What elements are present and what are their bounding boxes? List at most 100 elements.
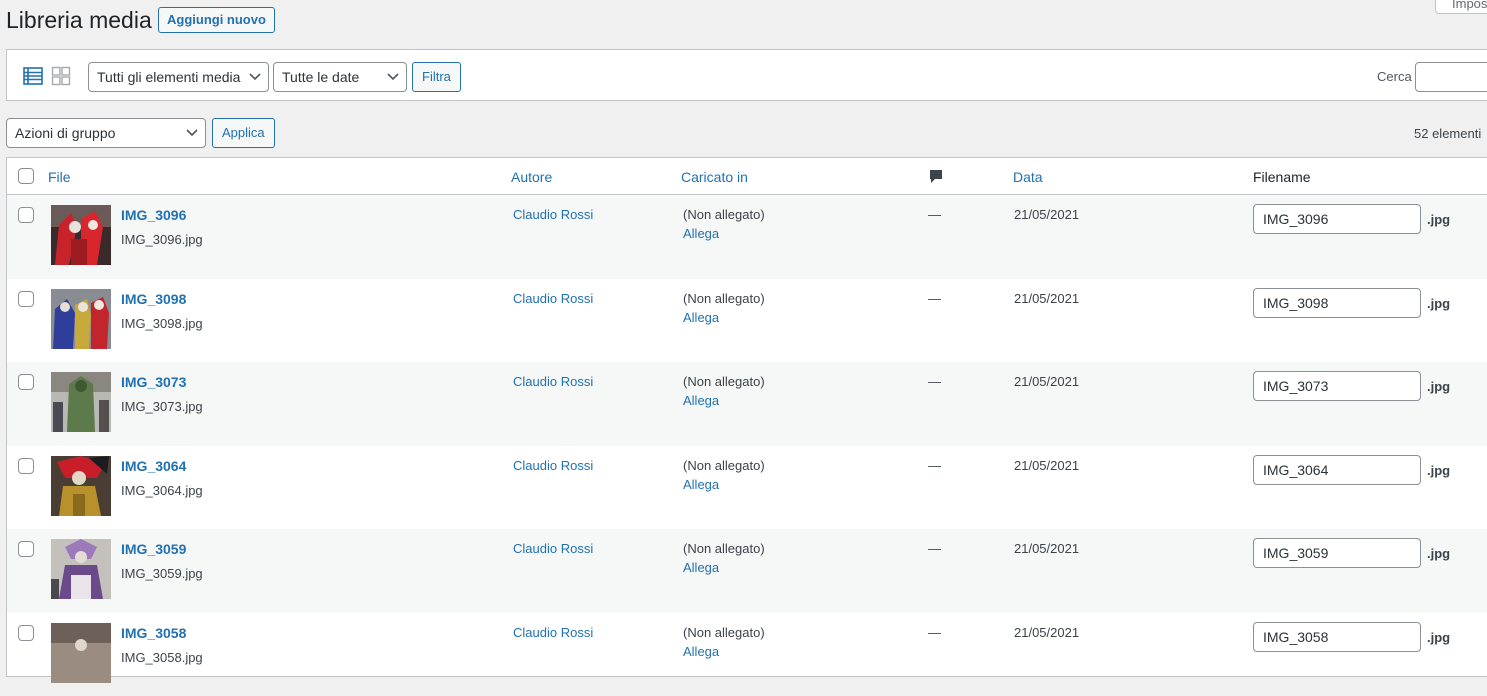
table-row: IMG_3098 IMG_3098.jpg Claudio Rossi (Non… — [7, 279, 1487, 363]
row-checkbox[interactable] — [18, 291, 34, 307]
attached-status: (Non allegato) — [683, 374, 765, 389]
author-link[interactable]: Claudio Rossi — [513, 291, 593, 306]
date-select-value: Tutte le date — [282, 69, 359, 85]
table-row: IMG_3096 IMG_3096.jpg Claudio Rossi (Non… — [7, 195, 1487, 279]
media-title-link[interactable]: IMG_3073 — [121, 374, 186, 390]
media-file-name: IMG_3059.jpg — [121, 566, 203, 581]
author-link[interactable]: Claudio Rossi — [513, 541, 593, 556]
upload-date: 21/05/2021 — [1014, 458, 1079, 473]
comment-bubble-icon[interactable] — [929, 169, 943, 185]
chevron-down-icon — [186, 129, 198, 137]
list-view-icon[interactable] — [23, 66, 43, 86]
filename-input[interactable] — [1253, 622, 1421, 652]
image-thumbnail[interactable] — [51, 456, 111, 516]
image-thumbnail[interactable] — [51, 372, 111, 432]
media-title-link[interactable]: IMG_3098 — [121, 291, 186, 307]
attach-link[interactable]: Allega — [683, 477, 719, 492]
item-count: 52 elementi — [1414, 126, 1481, 141]
media-title-link[interactable]: IMG_3064 — [121, 458, 186, 474]
author-link[interactable]: Claudio Rossi — [513, 625, 593, 640]
row-checkbox[interactable] — [18, 541, 34, 557]
screen-options-tab[interactable]: Impos — [1435, 0, 1487, 14]
attached-status: (Non allegato) — [683, 291, 765, 306]
upload-date: 21/05/2021 — [1014, 374, 1079, 389]
author-link[interactable]: Claudio Rossi — [513, 458, 593, 473]
media-filter-toolbar: Tutti gli elementi media Tutte le date F… — [6, 49, 1487, 101]
media-title-link[interactable]: IMG_3058 — [121, 625, 186, 641]
comment-count: — — [928, 458, 941, 473]
media-file-name: IMG_3064.jpg — [121, 483, 203, 498]
attached-status: (Non allegato) — [683, 207, 765, 222]
upload-date: 21/05/2021 — [1014, 291, 1079, 306]
comment-count: — — [928, 291, 941, 306]
row-checkbox[interactable] — [18, 207, 34, 223]
chevron-down-icon — [387, 73, 399, 81]
file-extension: .jpg — [1427, 212, 1450, 227]
attach-link[interactable]: Allega — [683, 644, 719, 659]
row-checkbox[interactable] — [18, 625, 34, 641]
media-title-link[interactable]: IMG_3059 — [121, 541, 186, 557]
filename-input[interactable] — [1253, 288, 1421, 318]
chevron-down-icon — [249, 73, 261, 81]
comment-count: — — [928, 374, 941, 389]
image-thumbnail[interactable] — [51, 289, 111, 349]
date-select[interactable]: Tutte le date — [273, 62, 407, 92]
attached-status: (Non allegato) — [683, 625, 765, 640]
media-file-name: IMG_3073.jpg — [121, 399, 203, 414]
filename-input[interactable] — [1253, 204, 1421, 234]
file-extension: .jpg — [1427, 630, 1450, 645]
attached-status: (Non allegato) — [683, 458, 765, 473]
column-date[interactable]: Data — [1013, 169, 1043, 185]
filename-input[interactable] — [1253, 538, 1421, 568]
upload-date: 21/05/2021 — [1014, 207, 1079, 222]
column-file[interactable]: File — [48, 169, 71, 185]
table-row: IMG_3064 IMG_3064.jpg Claudio Rossi (Non… — [7, 446, 1487, 530]
media-file-name: IMG_3058.jpg — [121, 650, 203, 665]
apply-button[interactable]: Applica — [212, 118, 275, 148]
image-thumbnail[interactable] — [51, 623, 111, 683]
column-filename: Filename — [1253, 169, 1311, 185]
filename-input[interactable] — [1253, 371, 1421, 401]
grid-view-icon[interactable] — [51, 66, 71, 86]
media-type-select[interactable]: Tutti gli elementi media — [88, 62, 269, 92]
attach-link[interactable]: Allega — [683, 226, 719, 241]
bulk-actions-select-value: Azioni di gruppo — [15, 125, 115, 141]
search-label: Cerca — [1377, 69, 1412, 84]
table-row: IMG_3058 IMG_3058.jpg Claudio Rossi (Non… — [7, 613, 1487, 696]
media-title-link[interactable]: IMG_3096 — [121, 207, 186, 223]
author-link[interactable]: Claudio Rossi — [513, 207, 593, 222]
add-new-button[interactable]: Aggiungi nuovo — [158, 7, 275, 33]
attach-link[interactable]: Allega — [683, 310, 719, 325]
select-all-checkbox[interactable] — [18, 168, 34, 184]
upload-date: 21/05/2021 — [1014, 541, 1079, 556]
comment-count: — — [928, 541, 941, 556]
file-extension: .jpg — [1427, 546, 1450, 561]
file-extension: .jpg — [1427, 296, 1450, 311]
bulk-actions-select[interactable]: Azioni di gruppo — [6, 118, 206, 148]
page-title: Libreria media — [6, 4, 152, 36]
author-link[interactable]: Claudio Rossi — [513, 374, 593, 389]
attached-status: (Non allegato) — [683, 541, 765, 556]
media-table: File Autore Caricato in Data Filename IM… — [6, 157, 1487, 677]
image-thumbnail[interactable] — [51, 205, 111, 265]
attach-link[interactable]: Allega — [683, 560, 719, 575]
row-checkbox[interactable] — [18, 374, 34, 390]
media-type-select-value: Tutti gli elementi media — [97, 69, 240, 85]
comment-count: — — [928, 625, 941, 640]
media-file-name: IMG_3098.jpg — [121, 316, 203, 331]
search-input[interactable] — [1415, 62, 1487, 92]
filename-input[interactable] — [1253, 455, 1421, 485]
table-row: IMG_3059 IMG_3059.jpg Claudio Rossi (Non… — [7, 529, 1487, 613]
row-checkbox[interactable] — [18, 458, 34, 474]
media-file-name: IMG_3096.jpg — [121, 232, 203, 247]
file-extension: .jpg — [1427, 379, 1450, 394]
filter-button[interactable]: Filtra — [412, 62, 461, 92]
file-extension: .jpg — [1427, 463, 1450, 478]
column-author[interactable]: Autore — [511, 169, 552, 185]
upload-date: 21/05/2021 — [1014, 625, 1079, 640]
attach-link[interactable]: Allega — [683, 393, 719, 408]
table-row: IMG_3073 IMG_3073.jpg Claudio Rossi (Non… — [7, 362, 1487, 446]
comment-count: — — [928, 207, 941, 222]
image-thumbnail[interactable] — [51, 539, 111, 599]
column-uploaded-to[interactable]: Caricato in — [681, 169, 748, 185]
